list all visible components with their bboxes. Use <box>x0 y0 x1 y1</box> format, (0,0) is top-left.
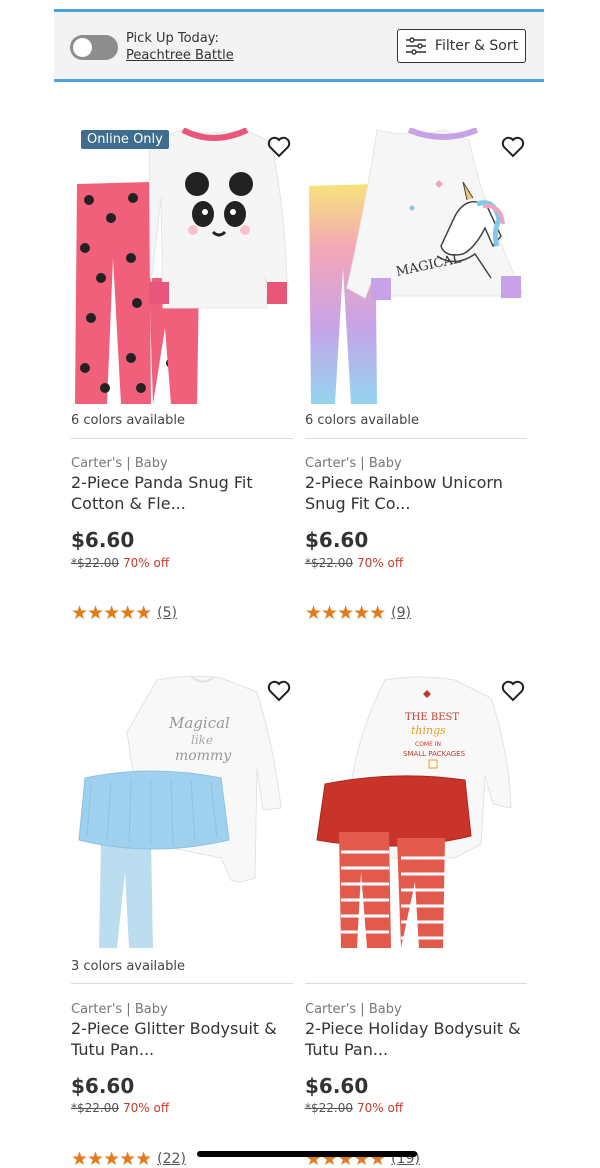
svg-text:things: things <box>411 724 446 737</box>
discount-text: 70% off <box>357 556 404 570</box>
svg-text:mommy: mommy <box>175 748 232 764</box>
product-title[interactable]: 2-Piece Glitter Bodysuit & Tutu Pan... <box>71 1018 293 1060</box>
product-image-unicorn[interactable]: MAGICAL <box>305 127 527 408</box>
online-only-badge: Online Only <box>81 130 169 149</box>
original-price: *$22.00 <box>71 556 119 570</box>
product-brand: Carter's | Baby <box>71 1002 168 1017</box>
divider <box>71 438 293 439</box>
discount-text: 70% off <box>123 1101 170 1115</box>
original-price: *$22.00 <box>305 1101 353 1115</box>
star-rating-icon: ★★★★★ <box>71 602 152 624</box>
product-brand: Carter's | Baby <box>305 456 402 471</box>
sliders-icon <box>405 37 426 55</box>
pickup-toggle[interactable] <box>70 35 118 60</box>
product-price: $6.60 <box>305 1074 369 1098</box>
review-count[interactable]: (9) <box>391 605 411 621</box>
product-title[interactable]: 2-Piece Panda Snug Fit Cotton & Fle... <box>71 472 293 514</box>
rating[interactable]: ★★★★★ (9) <box>305 602 411 624</box>
svg-text:SMALL PACKAGES: SMALL PACKAGES <box>403 750 466 758</box>
divider <box>305 983 527 984</box>
product-image-glitter[interactable]: Magical like mommy <box>71 672 293 952</box>
original-price: *$22.00 <box>71 1101 119 1115</box>
rating[interactable]: ★★★★★ (5) <box>71 602 177 624</box>
product-image-holiday[interactable]: THE BEST things COME IN SMALL PACKAGES <box>305 672 527 952</box>
heart-icon[interactable] <box>501 136 525 158</box>
product-card[interactable]: MAGICAL 6 colors available Carter's | Ba… <box>305 127 527 638</box>
review-count[interactable]: (5) <box>157 605 177 621</box>
discount-text: 70% off <box>123 556 170 570</box>
svg-text:THE BEST: THE BEST <box>405 712 459 723</box>
product-price: $6.60 <box>71 528 135 552</box>
heart-icon[interactable] <box>501 680 525 702</box>
toggle-knob <box>73 38 92 57</box>
filter-sort-label: Filter & Sort <box>434 38 519 54</box>
svg-text:Magical: Magical <box>168 714 230 732</box>
heart-icon[interactable] <box>267 680 291 702</box>
filter-bar: Pick Up Today: Peachtree Battle Filter &… <box>54 9 544 82</box>
product-price: $6.60 <box>305 528 369 552</box>
product-card[interactable]: Online Only 6 colors available Carter's … <box>71 127 293 638</box>
price-comparison: *$22.00 70% off <box>305 556 403 570</box>
star-rating-icon: ★★★★★ <box>305 602 386 624</box>
product-title[interactable]: 2-Piece Rainbow Unicorn Snug Fit Co... <box>305 472 527 514</box>
svg-text:COME IN: COME IN <box>415 741 441 748</box>
pickup-store-link[interactable]: Peachtree Battle <box>126 48 234 63</box>
discount-text: 70% off <box>357 1101 404 1115</box>
price-comparison: *$22.00 70% off <box>71 556 169 570</box>
colors-available: 6 colors available <box>71 413 185 428</box>
price-comparison: *$22.00 70% off <box>305 1101 403 1115</box>
original-price: *$22.00 <box>305 556 353 570</box>
divider <box>71 983 293 984</box>
divider <box>305 438 527 439</box>
product-card[interactable]: Magical like mommy 3 colors available Ca… <box>71 672 293 1168</box>
product-title[interactable]: 2-Piece Holiday Bodysuit & Tutu Pan... <box>305 1018 527 1060</box>
pickup-label: Pick Up Today: <box>126 31 219 46</box>
product-price: $6.60 <box>71 1074 135 1098</box>
price-comparison: *$22.00 70% off <box>71 1101 169 1115</box>
product-brand: Carter's | Baby <box>71 456 168 471</box>
product-card[interactable]: THE BEST things COME IN SMALL PACKAGES C… <box>305 672 527 1168</box>
product-image-panda[interactable] <box>71 127 293 408</box>
star-rating-icon: ★★★★★ <box>71 1148 152 1168</box>
colors-available: 3 colors available <box>71 959 185 974</box>
rating[interactable]: ★★★★★ (22) <box>71 1148 186 1168</box>
home-indicator <box>197 1151 417 1157</box>
colors-available: 6 colors available <box>305 413 419 428</box>
filter-sort-button[interactable]: Filter & Sort <box>397 29 526 63</box>
svg-text:like: like <box>191 733 213 747</box>
product-brand: Carter's | Baby <box>305 1002 402 1017</box>
review-count[interactable]: (22) <box>157 1151 186 1167</box>
heart-icon[interactable] <box>267 136 291 158</box>
